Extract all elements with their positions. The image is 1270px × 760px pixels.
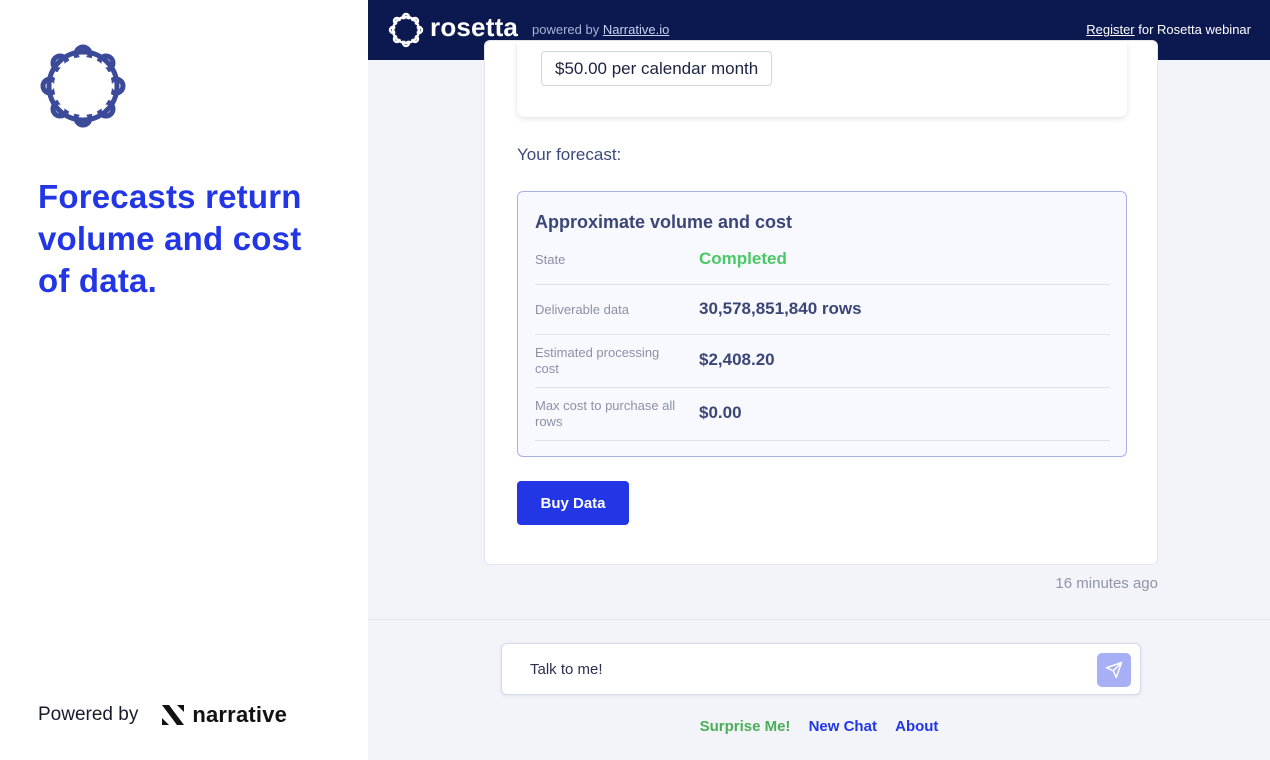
webinar-register: Register for Rosetta webinar (1086, 22, 1251, 37)
powered-by-label: Powered by (38, 704, 139, 725)
narrative-link[interactable]: Narrative.io (603, 22, 669, 37)
footer-links: Surprise Me! New Chat About (368, 718, 1270, 735)
budget-chip[interactable]: $50.00 per calendar month (541, 51, 773, 86)
send-icon (1105, 661, 1123, 679)
register-link[interactable]: Register (1086, 22, 1134, 37)
forecast-row-deliverable: Deliverable data 30,578,851,840 rows (535, 285, 1110, 335)
chat-message-card: $50.00 per calendar month Your forecast:… (484, 40, 1158, 565)
new-chat-link[interactable]: New Chat (809, 718, 877, 735)
narrative-wordmark: narrative (192, 702, 288, 727)
left-panel: Forecasts return volume and cost of data… (0, 0, 368, 760)
rosetta-header-logo-icon (388, 12, 424, 48)
register-suffix: for Rosetta webinar (1138, 22, 1251, 37)
page-tagline: Forecasts return volume and cost of data… (38, 178, 302, 299)
rosetta-logo-icon (40, 44, 126, 128)
message-input[interactable] (530, 644, 1070, 694)
forecast-row-max-cost: Max cost to purchase all rows $0.00 (535, 388, 1110, 441)
forecast-row-state: State Completed (535, 244, 1110, 285)
max-cost-value: $0.00 (699, 403, 742, 422)
forecast-row-processing-cost: Estimated processing cost $2,408.20 (535, 335, 1110, 388)
forecast-box: Approximate volume and cost State Comple… (517, 191, 1127, 457)
powered-by-footer: Powered by narrative (38, 702, 287, 728)
forecast-key: Max cost to purchase all rows (535, 398, 676, 429)
message-timestamp: 16 minutes ago (1055, 575, 1158, 592)
send-button[interactable] (1097, 653, 1131, 687)
message-composer (501, 643, 1141, 695)
forecast-key: Estimated processing cost (535, 345, 660, 376)
previous-message-card: $50.00 per calendar month (517, 41, 1127, 117)
forecast-key: State (535, 252, 566, 267)
forecast-label: Your forecast: (517, 145, 622, 164)
forecast-key: Deliverable data (535, 302, 629, 317)
narrative-logo-icon (162, 705, 185, 725)
deliverable-value: 30,578,851,840 rows (699, 299, 862, 318)
surprise-me-link[interactable]: Surprise Me! (700, 718, 791, 735)
state-value: Completed (699, 249, 787, 268)
composer-divider (368, 619, 1270, 620)
processing-cost-value: $2,408.20 (699, 350, 775, 369)
forecast-title: Approximate volume and cost (535, 212, 793, 232)
about-link[interactable]: About (895, 718, 938, 735)
chat-area: rosetta powered by Narrative.io Register… (368, 0, 1270, 760)
buy-data-button[interactable]: Buy Data (517, 481, 629, 525)
powered-by-text: powered by Narrative.io (532, 22, 669, 37)
powered-by-prefix: powered by (532, 22, 600, 37)
header-brand: rosetta (430, 12, 519, 42)
